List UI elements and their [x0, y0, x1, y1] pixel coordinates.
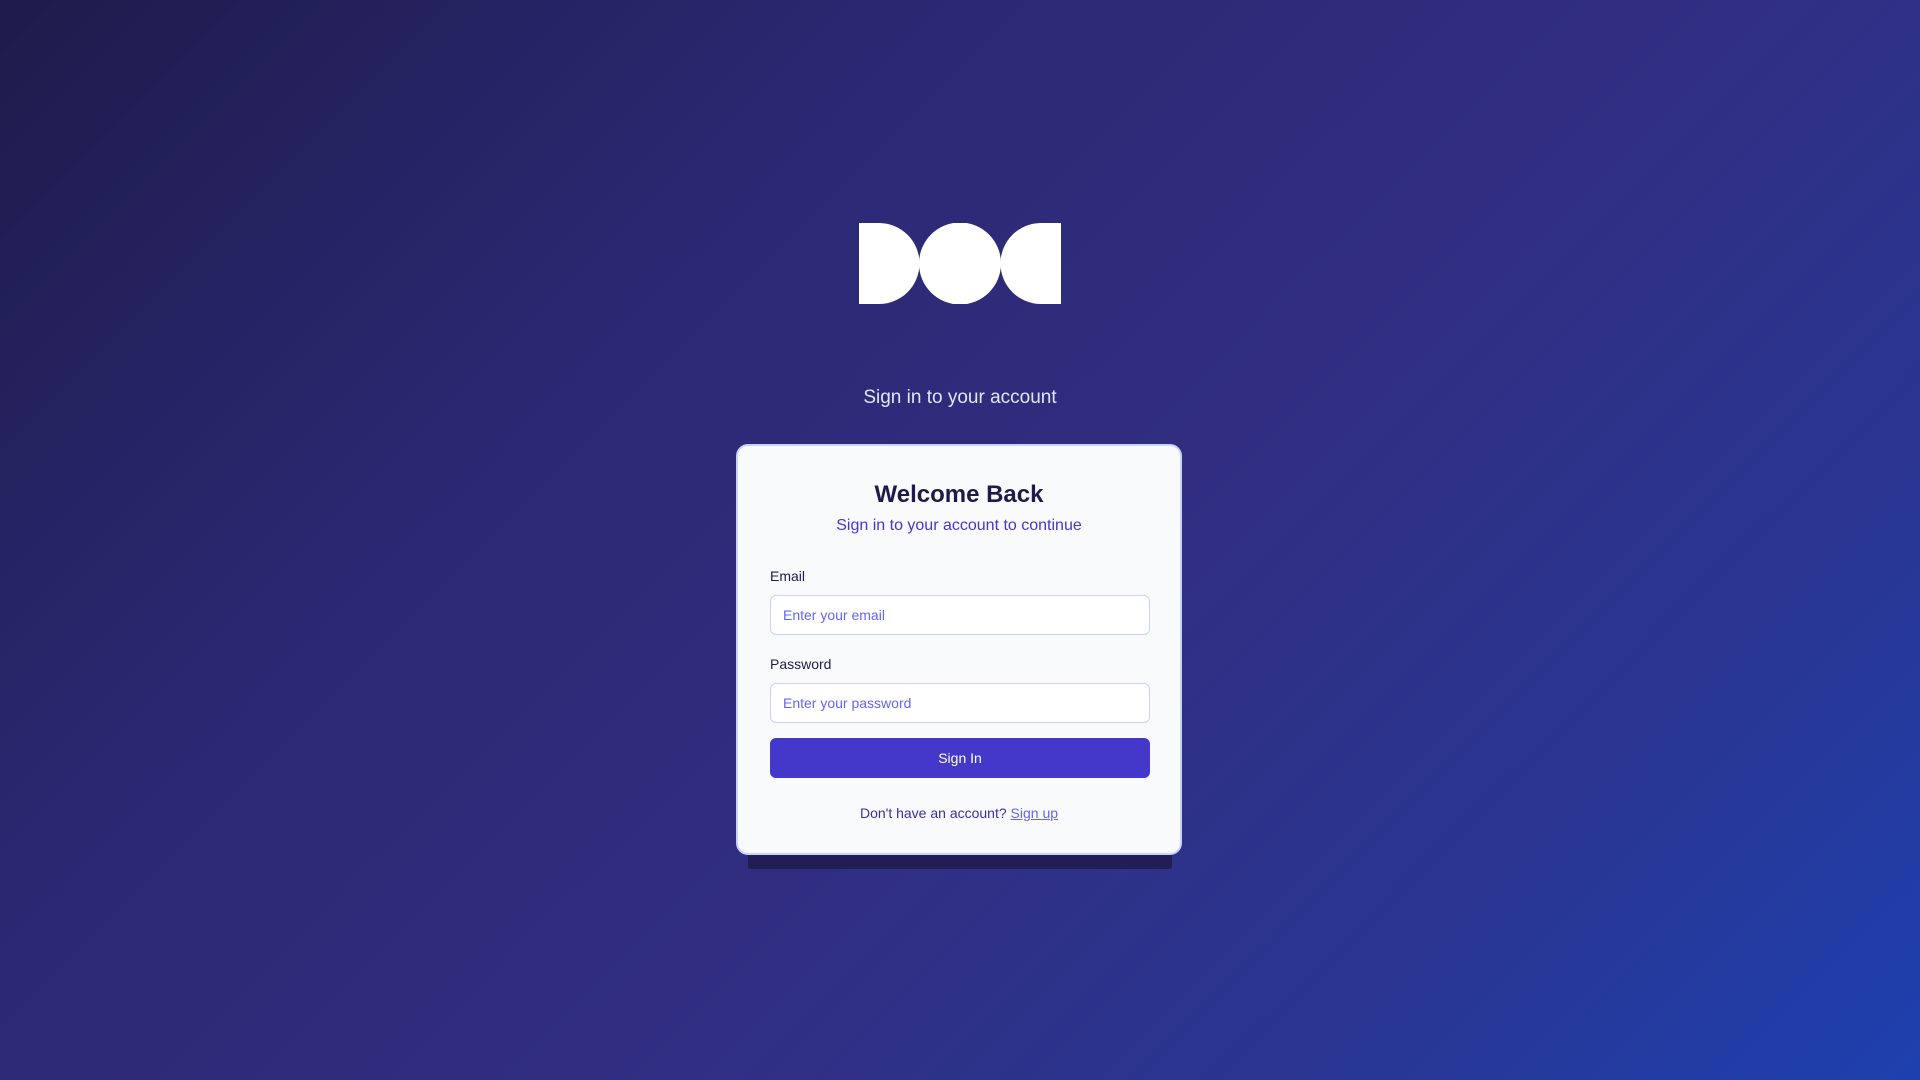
page-tagline: Sign in to your account [863, 387, 1057, 408]
email-input[interactable] [770, 595, 1150, 635]
sign-in-card: Welcome Back Sign in to your account to … [736, 444, 1182, 855]
password-input[interactable] [770, 683, 1150, 723]
card-subtitle: Sign in to your account to continue [836, 517, 1082, 534]
password-label: Password [770, 656, 832, 672]
logo-half-circle-left [859, 223, 920, 304]
sign-up-prompt-text: Don't have an account? [859, 805, 1011, 821]
sign-in-button[interactable]: Sign In [770, 738, 1150, 778]
three-shapes-logo-icon [859, 223, 1061, 304]
logo-circle-middle [919, 223, 1001, 304]
sign-in-page: { "logo": { "icon": "three-shapes-logo-i… [0, 0, 1920, 1080]
sign-up-link[interactable]: Sign up [1011, 805, 1058, 821]
sign-up-prompt: Don't have an account? Sign up [738, 804, 1180, 822]
logo-half-circle-right [1000, 223, 1061, 304]
email-label: Email [770, 568, 806, 584]
card-title: Welcome Back [874, 481, 1044, 508]
